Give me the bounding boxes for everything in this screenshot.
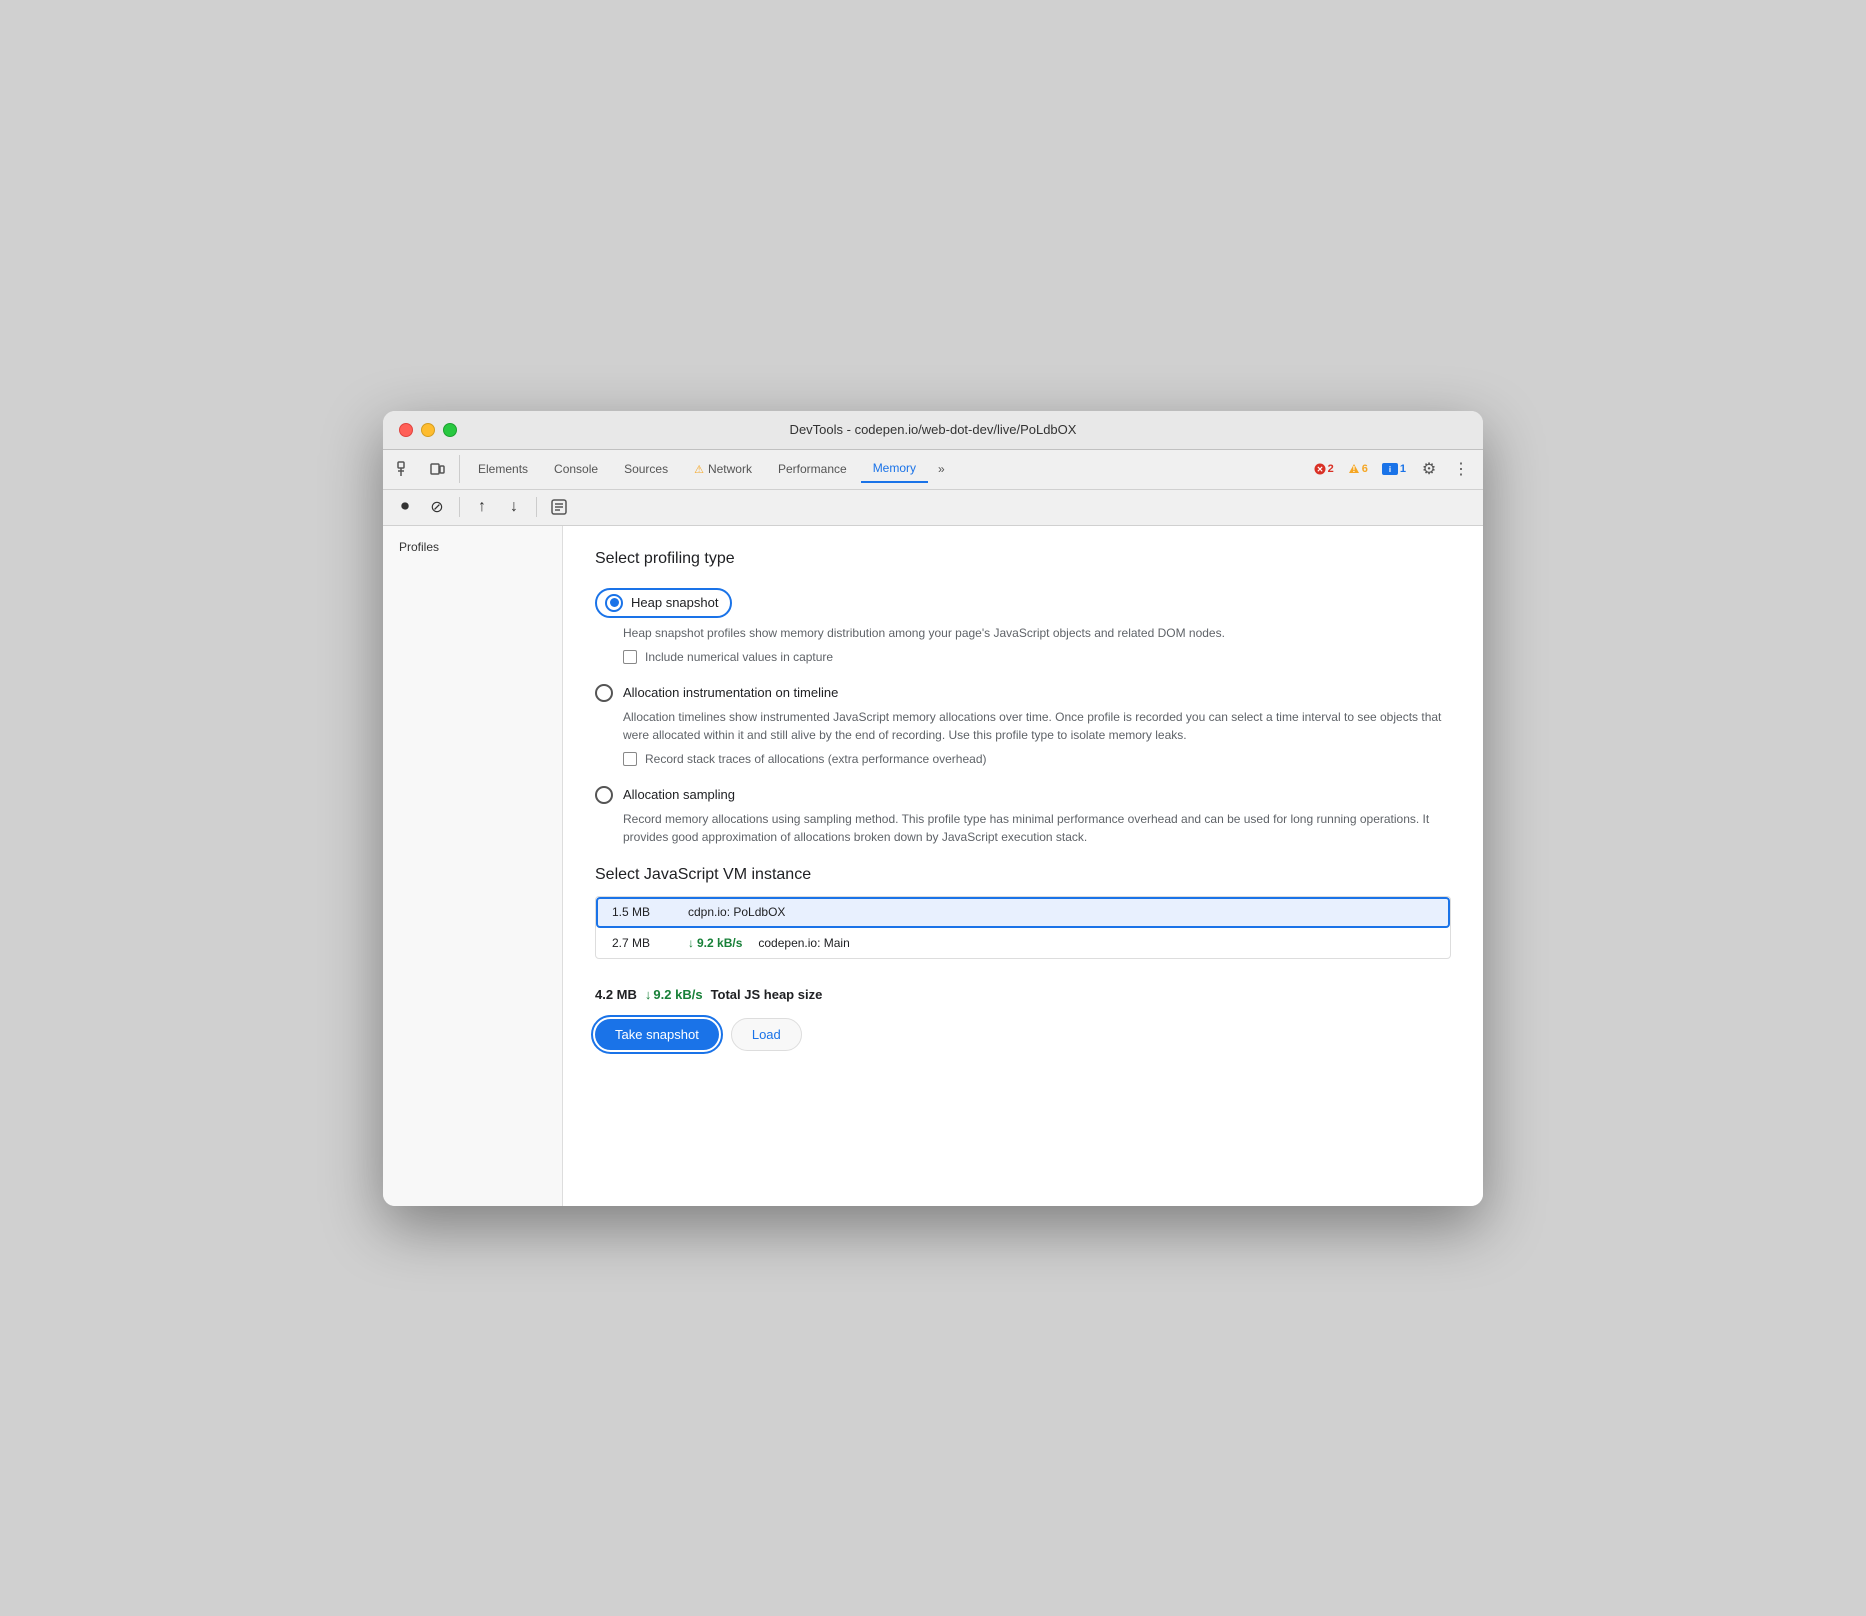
allocation-sampling-option: Allocation sampling Record memory alloca… [595,786,1451,846]
allocation-checkbox-row: Record stack traces of allocations (extr… [623,752,1451,766]
title-bar: DevTools - codepen.io/web-dot-dev/live/P… [383,411,1483,450]
sidebar-profiles-label: Profiles [383,534,562,560]
allocation-instrumentation-label[interactable]: Allocation instrumentation on timeline [595,684,1451,702]
download-arrow-icon: ↓ [688,936,694,950]
svg-text:i: i [1389,465,1391,474]
tab-performance[interactable]: Performance [766,456,859,482]
tab-network[interactable]: ⚠ Network [682,456,764,482]
error-yellow-badge[interactable]: ! 6 [1343,461,1373,477]
more-options-btn[interactable]: ⋮ [1447,455,1475,483]
footer-bar: 4.2 MB ↓9.2 kB/s Total JS heap size [595,975,1451,1018]
allocation-sampling-label[interactable]: Allocation sampling [595,786,1451,804]
toolbar-divider [459,497,460,517]
tab-bar: Elements Console Sources ⚠ Network Perfo… [383,450,1483,490]
error-red-badge[interactable]: ✕ 2 [1309,461,1339,477]
devtools-window: DevTools - codepen.io/web-dot-dev/live/P… [383,411,1483,1206]
download-btn[interactable]: ↓ [500,493,528,521]
network-warning-icon: ⚠ [694,463,704,476]
include-numerical-label: Include numerical values in capture [645,650,833,664]
error-blue-badge[interactable]: i 1 [1377,461,1411,477]
heap-snapshot-desc: Heap snapshot profiles show memory distr… [623,624,1451,642]
svg-text:!: ! [1352,465,1355,474]
take-snapshot-button[interactable]: Take snapshot [595,1019,719,1050]
vm-section-title: Select JavaScript VM instance [595,866,1451,884]
include-numerical-checkbox[interactable] [623,650,637,664]
device-mode-btn[interactable] [423,455,451,483]
radio-inner-dot [610,598,619,607]
record-stack-checkbox[interactable] [623,752,637,766]
vm-instance-row-1[interactable]: 2.7 MB ↓9.2 kB/s codepen.io: Main [596,928,1450,958]
vm-name-0: cdpn.io: PoLdbOX [688,905,785,919]
profiling-type-title: Select profiling type [595,550,1451,568]
toolbar-divider-2 [536,497,537,517]
allocation-sampling-desc: Record memory allocations using sampling… [623,810,1451,846]
allocation-instrumentation-desc: Allocation timelines show instrumented J… [623,708,1451,744]
allocation-instrumentation-radio[interactable] [595,684,613,702]
heap-snapshot-text: Heap snapshot [631,595,718,610]
sidebar: Profiles [383,526,563,1206]
window-title: DevTools - codepen.io/web-dot-dev/live/P… [790,422,1077,437]
content-panel: Select profiling type Heap snapshot Heap… [563,526,1483,1206]
footer-rate-arrow: ↓ [645,987,652,1002]
tab-memory[interactable]: Memory [861,455,928,483]
tab-sources[interactable]: Sources [612,456,680,482]
heap-snapshot-label[interactable]: Heap snapshot [595,588,1451,618]
tab-console[interactable]: Console [542,456,610,482]
footer-total-rate: ↓9.2 kB/s [645,987,703,1002]
heap-snapshot-highlight: Heap snapshot [595,588,732,618]
toolbar: ⏺ ⊘ ↑ ↓ [383,490,1483,526]
clear-btn[interactable]: ⊘ [423,493,451,521]
vm-rate-1: ↓9.2 kB/s [688,936,742,950]
allocation-instrumentation-text: Allocation instrumentation on timeline [623,685,838,700]
vm-size-0: 1.5 MB [612,905,672,919]
more-tabs-chevron[interactable]: » [930,458,953,480]
maximize-button[interactable] [443,423,457,437]
tab-icon-group [391,455,460,483]
allocation-instrumentation-option: Allocation instrumentation on timeline A… [595,684,1451,766]
inspect-icon-btn[interactable] [391,455,419,483]
heap-snapshot-checkbox-row: Include numerical values in capture [623,650,1451,664]
vm-instance-row-0[interactable]: 1.5 MB cdpn.io: PoLdbOX [596,897,1450,928]
record-stack-label: Record stack traces of allocations (extr… [645,752,987,766]
vm-name-1: codepen.io: Main [758,936,849,950]
footer-total-label: Total JS heap size [711,987,823,1002]
close-button[interactable] [399,423,413,437]
tab-elements[interactable]: Elements [466,456,540,482]
footer-total: 4.2 MB ↓9.2 kB/s Total JS heap size [595,987,822,1002]
settings-gear-btn[interactable]: ⚙ [1415,455,1443,483]
record-btn[interactable]: ⏺ [391,493,419,521]
svg-text:✕: ✕ [1316,465,1323,474]
load-button[interactable]: Load [731,1018,802,1051]
heap-snapshot-option: Heap snapshot Heap snapshot profiles sho… [595,588,1451,664]
allocation-sampling-text: Allocation sampling [623,787,735,802]
vm-instance-table: 1.5 MB cdpn.io: PoLdbOX 2.7 MB ↓9.2 kB/s… [595,896,1451,959]
action-buttons: Take snapshot Load [595,1018,1451,1051]
minimize-button[interactable] [421,423,435,437]
upload-btn[interactable]: ↑ [468,493,496,521]
footer-total-size: 4.2 MB [595,987,637,1002]
tab-right-icons: ✕ 2 ! 6 i 1 ⚙ ⋮ [1309,455,1475,483]
filter-btn[interactable] [545,493,573,521]
heap-snapshot-radio[interactable] [605,594,623,612]
main-layout: Profiles Select profiling type Heap snap… [383,526,1483,1206]
vm-size-1: 2.7 MB [612,936,672,950]
traffic-lights [399,423,457,437]
allocation-sampling-radio[interactable] [595,786,613,804]
